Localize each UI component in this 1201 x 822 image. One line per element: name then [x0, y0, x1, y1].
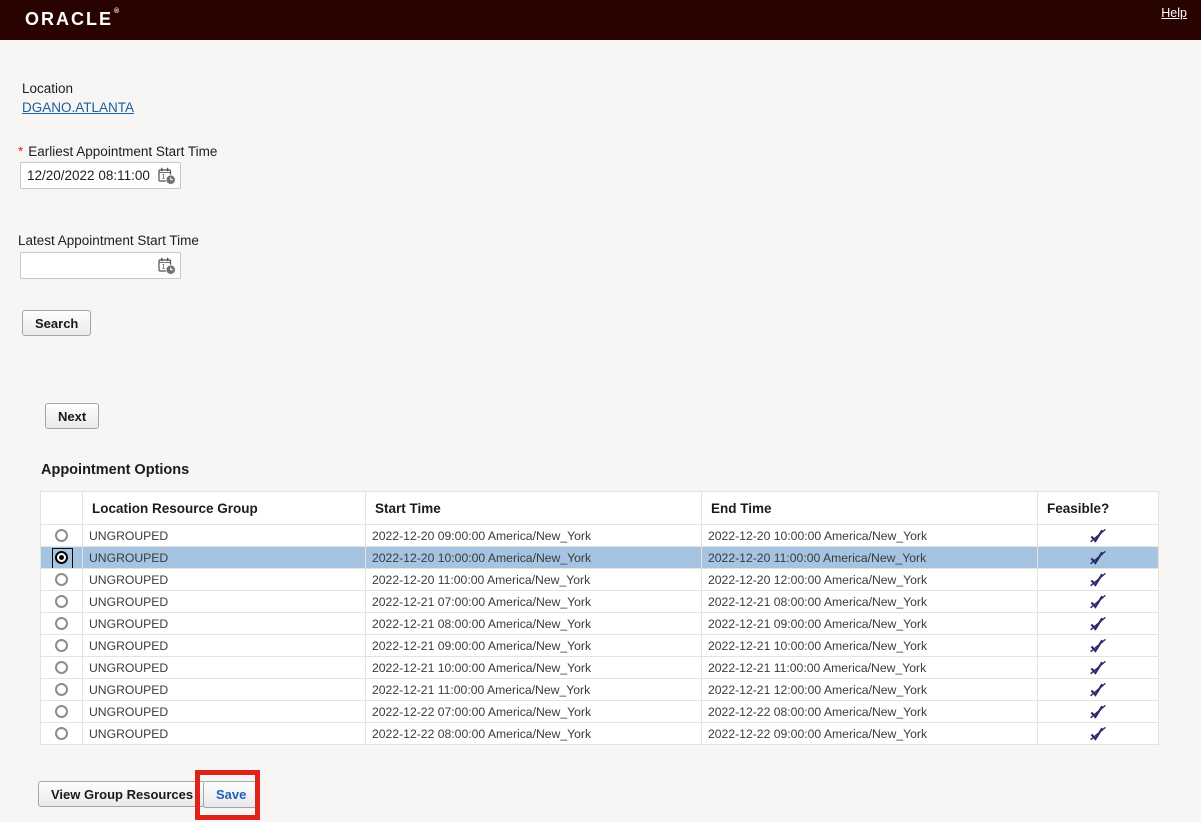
cell-end: 2022-12-20 12:00:00 America/New_York: [701, 568, 1038, 591]
cell-group: UNGROUPED: [82, 634, 366, 657]
cell-end: 2022-12-22 09:00:00 America/New_York: [701, 722, 1038, 745]
cell-start: 2022-12-21 11:00:00 America/New_York: [365, 678, 702, 701]
cell-start: 2022-12-22 08:00:00 America/New_York: [365, 722, 702, 745]
save-button[interactable]: Save: [203, 781, 260, 808]
feasible-crossed-check-icon: [1090, 704, 1106, 719]
cell-start: 2022-12-20 09:00:00 America/New_York: [365, 524, 702, 547]
search-button[interactable]: Search: [22, 310, 92, 336]
cell-end: 2022-12-20 10:00:00 America/New_York: [701, 524, 1038, 547]
earliest-start-input[interactable]: [27, 163, 153, 188]
row-select-radio[interactable]: [55, 573, 68, 586]
col-header-group: Location Resource Group: [82, 491, 366, 525]
appointment-booking-page: ORACLE® Help Location DGANO.ATLANTA * Ear…: [0, 0, 1201, 822]
cell-start: 2022-12-21 10:00:00 America/New_York: [365, 656, 702, 679]
table-row[interactable]: UNGROUPED 2022-12-21 08:00:00 America/Ne…: [40, 612, 1159, 635]
cell-start: 2022-12-22 07:00:00 America/New_York: [365, 700, 702, 723]
cell-group: UNGROUPED: [82, 546, 366, 569]
cell-group: UNGROUPED: [82, 590, 366, 613]
feasible-crossed-check-icon: [1090, 616, 1106, 631]
latest-start-label: Latest Appointment Start Time: [18, 233, 199, 248]
cell-end: 2022-12-21 12:00:00 America/New_York: [701, 678, 1038, 701]
cell-end: 2022-12-21 10:00:00 America/New_York: [701, 634, 1038, 657]
row-select-radio[interactable]: [55, 529, 68, 542]
earliest-start-label: * Earliest Appointment Start Time: [18, 144, 218, 159]
svg-text:1: 1: [162, 264, 166, 271]
required-marker: *: [18, 144, 24, 159]
table-row[interactable]: UNGROUPED 2022-12-22 07:00:00 America/Ne…: [40, 700, 1159, 723]
feasible-crossed-check-icon: [1090, 682, 1106, 697]
feasible-crossed-check-icon: [1090, 660, 1106, 675]
row-select-radio[interactable]: [55, 595, 68, 608]
latest-start-field: 1: [20, 252, 181, 279]
col-header-start: Start Time: [365, 491, 702, 525]
cell-group: UNGROUPED: [82, 722, 366, 745]
location-label: Location: [22, 81, 74, 96]
cell-end: 2022-12-22 08:00:00 America/New_York: [701, 700, 1038, 723]
table-header-row: Location Resource Group Start Time End T…: [40, 491, 1159, 525]
appointment-options-title: Appointment Options: [41, 462, 190, 478]
cell-start: 2022-12-21 07:00:00 America/New_York: [365, 590, 702, 613]
table-row[interactable]: UNGROUPED 2022-12-22 08:00:00 America/Ne…: [40, 722, 1159, 745]
cell-group: UNGROUPED: [82, 678, 366, 701]
table-row[interactable]: UNGROUPED 2022-12-21 10:00:00 America/Ne…: [40, 656, 1159, 679]
cell-start: 2022-12-20 10:00:00 America/New_York: [365, 546, 702, 569]
table-row[interactable]: UNGROUPED 2022-12-21 07:00:00 America/Ne…: [40, 590, 1159, 613]
oracle-logo: ORACLE®: [25, 8, 122, 29]
feasible-crossed-check-icon: [1090, 594, 1106, 609]
app-header: ORACLE® Help: [0, 0, 1201, 40]
feasible-crossed-check-icon: [1090, 638, 1106, 653]
row-select-radio[interactable]: [55, 727, 68, 740]
next-button[interactable]: Next: [45, 403, 100, 429]
table-row[interactable]: UNGROUPED 2022-12-21 09:00:00 America/Ne…: [40, 634, 1159, 657]
feasible-crossed-check-icon: [1090, 726, 1106, 741]
table-row[interactable]: UNGROUPED 2022-12-21 11:00:00 America/Ne…: [40, 678, 1159, 701]
location-link[interactable]: DGANO.ATLANTA: [22, 100, 134, 115]
col-header-feasible: Feasible?: [1037, 491, 1159, 525]
earliest-start-field: 1: [20, 162, 181, 189]
cell-group: UNGROUPED: [82, 568, 366, 591]
row-select-radio[interactable]: [55, 705, 68, 718]
cell-group: UNGROUPED: [82, 656, 366, 679]
feasible-crossed-check-icon: [1090, 528, 1106, 543]
cell-start: 2022-12-20 11:00:00 America/New_York: [365, 568, 702, 591]
row-select-radio[interactable]: [52, 548, 73, 568]
appointment-table-body: UNGROUPED 2022-12-20 09:00:00 America/Ne…: [40, 524, 1159, 745]
calendar-clock-icon[interactable]: 1: [158, 257, 176, 275]
cell-end: 2022-12-20 11:00:00 America/New_York: [701, 546, 1038, 569]
latest-start-input[interactable]: [27, 253, 153, 278]
table-row[interactable]: UNGROUPED 2022-12-20 10:00:00 America/Ne…: [40, 546, 1159, 569]
view-group-resources-button[interactable]: View Group Resources: [38, 781, 207, 807]
calendar-clock-icon[interactable]: 1: [158, 167, 176, 185]
row-select-radio[interactable]: [55, 639, 68, 652]
svg-text:1: 1: [162, 174, 166, 181]
cell-end: 2022-12-21 11:00:00 America/New_York: [701, 656, 1038, 679]
cell-group: UNGROUPED: [82, 612, 366, 635]
table-row[interactable]: UNGROUPED 2022-12-20 11:00:00 America/Ne…: [40, 568, 1159, 591]
appointment-options-table: Location Resource Group Start Time End T…: [40, 491, 1159, 745]
row-select-radio[interactable]: [55, 683, 68, 696]
cell-start: 2022-12-21 08:00:00 America/New_York: [365, 612, 702, 635]
registered-mark: ®: [114, 8, 122, 15]
col-header-select: [40, 491, 83, 525]
table-row[interactable]: UNGROUPED 2022-12-20 09:00:00 America/Ne…: [40, 524, 1159, 547]
cell-end: 2022-12-21 08:00:00 America/New_York: [701, 590, 1038, 613]
feasible-crossed-check-icon: [1090, 572, 1106, 587]
cell-end: 2022-12-21 09:00:00 America/New_York: [701, 612, 1038, 635]
cell-start: 2022-12-21 09:00:00 America/New_York: [365, 634, 702, 657]
help-link[interactable]: Help: [1161, 6, 1187, 20]
row-select-radio[interactable]: [55, 617, 68, 630]
row-select-radio[interactable]: [55, 661, 68, 674]
cell-group: UNGROUPED: [82, 700, 366, 723]
col-header-end: End Time: [701, 491, 1038, 525]
cell-group: UNGROUPED: [82, 524, 366, 547]
feasible-crossed-check-icon: [1090, 550, 1106, 565]
